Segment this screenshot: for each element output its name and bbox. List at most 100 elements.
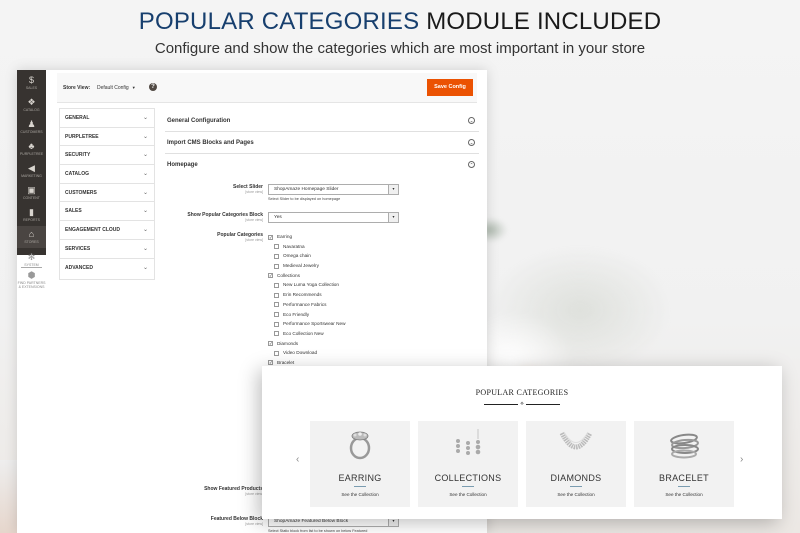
see-collection-link[interactable]: See the Collection	[634, 492, 734, 497]
see-collection-link[interactable]: See the Collection	[526, 492, 626, 497]
show-popular-dropdown[interactable]: Yes ▼	[268, 212, 399, 223]
category-card-earring[interactable]: EARRING See the Collection	[310, 421, 410, 507]
category-option-diamonds[interactable]: ✓ Diamonds	[268, 339, 418, 349]
carousel-prev-button[interactable]: ‹	[296, 454, 299, 465]
checkbox[interactable]	[274, 292, 279, 298]
box-icon: ❖	[27, 97, 36, 107]
carousel-next-button[interactable]: ›	[740, 454, 743, 465]
necklace-image	[559, 431, 593, 450]
sidebar-item-system[interactable]: ✻ System	[17, 252, 46, 267]
config-tab-engagement-cloud[interactable]: Engagement Cloud ⌄	[60, 221, 154, 240]
sidebar-item-purpletree[interactable]: ♣ Purpletree	[17, 140, 46, 158]
megaphone-icon: ◀	[28, 163, 35, 173]
config-tab-catalog[interactable]: Catalog ⌄	[60, 165, 154, 184]
category-card-diamonds[interactable]: DIAMONDS See the Collection	[526, 421, 626, 507]
help-icon[interactable]: ?	[149, 83, 157, 91]
config-tab-advanced[interactable]: Advanced ⌄	[60, 259, 154, 278]
ornament-divider: ⟡	[484, 401, 560, 407]
store-view-switcher[interactable]: Default Config ▼	[97, 85, 136, 91]
section-general-configuration[interactable]: General Configuration ⌄	[165, 110, 479, 132]
collapse-icon: ⌃	[468, 161, 475, 168]
category-option-collections[interactable]: ✓ Collections	[268, 271, 418, 281]
category-option-medieval-jewelry[interactable]: Medieval Jewelry	[274, 261, 418, 271]
category-name: EARRING	[338, 473, 382, 483]
sidebar-item-sales[interactable]: $ Sales	[17, 74, 46, 92]
category-option-earring[interactable]: ✓ Earring	[268, 232, 418, 242]
sidebar-item-customers[interactable]: ♟ Customers	[17, 118, 46, 136]
featured-below-note: Select Static block from list to be show…	[268, 529, 368, 533]
chevron-down-icon: ⌄	[142, 133, 148, 140]
category-option-video-download[interactable]: Video Download	[274, 348, 418, 358]
checkbox-checked[interactable]: ✓	[268, 234, 273, 240]
select-slider-dropdown[interactable]: ShopAmaze Homepage Slider ▼	[268, 184, 399, 195]
bracelets-image	[670, 433, 699, 459]
checkbox[interactable]	[274, 331, 279, 337]
category-underline	[678, 486, 690, 487]
checkbox[interactable]	[274, 244, 279, 250]
checkbox-checked[interactable]: ✓	[268, 273, 273, 279]
category-underline	[462, 486, 474, 487]
config-tab-security[interactable]: Security ⌄	[60, 146, 154, 166]
checkbox-checked[interactable]: ✓	[268, 341, 273, 347]
category-option-new-luma-yoga[interactable]: New Luma Yoga Collection	[274, 280, 418, 290]
category-underline	[570, 486, 582, 487]
category-card-bracelet[interactable]: BRACELET See the Collection	[634, 421, 734, 507]
checkbox[interactable]	[274, 263, 279, 269]
checkbox[interactable]	[274, 253, 279, 259]
category-option-eco-friendly[interactable]: Eco Friendly	[274, 310, 418, 320]
category-name: COLLECTIONS	[434, 473, 502, 483]
checkbox[interactable]	[274, 350, 279, 356]
category-option-omega-chain[interactable]: Omega chain	[274, 251, 418, 261]
select-slider-note: Select Slider to be displayed on homepag…	[268, 197, 341, 201]
chevron-down-icon: ⌄	[142, 171, 148, 178]
checkbox[interactable]	[274, 321, 279, 327]
dollar-icon: $	[28, 75, 34, 85]
person-icon: ♟	[27, 119, 36, 129]
checkbox-checked[interactable]: ✓	[268, 360, 273, 366]
category-option-performance-sportswear[interactable]: Performance Sportswear New	[274, 319, 418, 329]
store-view-label: Store View:	[63, 85, 91, 91]
chevron-down-icon: ⌄	[142, 264, 148, 271]
category-option-eco-collection[interactable]: Eco Collection New	[274, 329, 418, 339]
config-tab-purpletree[interactable]: Purpletree ⌄	[60, 128, 154, 147]
checkbox[interactable]	[274, 312, 279, 317]
config-tab-general[interactable]: General ⌄	[60, 109, 154, 128]
category-option-erin-recommends[interactable]: Erin Recommends	[274, 290, 418, 300]
category-option-navaratna[interactable]: Navaratna	[274, 242, 418, 252]
checkbox[interactable]	[274, 282, 279, 288]
sidebar-item-marketing[interactable]: ◀ Marketing	[17, 162, 46, 180]
sidebar-item-stores[interactable]: ⌂ Stores	[17, 226, 46, 248]
expand-icon: ⌄	[468, 139, 475, 146]
see-collection-link[interactable]: See the Collection	[310, 492, 410, 497]
show-popular-label: Show Popular Categories Block [store view…	[187, 212, 263, 222]
sidebar-item-find-partners[interactable]: ⬢ Find Partners & Extensions	[17, 270, 46, 290]
config-tabs: General ⌄ Purpletree ⌄ Security ⌄ Catalog ⌄ …	[59, 108, 155, 280]
category-option-performance-fabrics[interactable]: Performance Fabrics	[274, 300, 418, 310]
config-tab-services[interactable]: Services ⌄	[60, 240, 154, 259]
popular-categories-label: Popular Categories [store view]	[217, 232, 263, 242]
caret-down-icon: ▼	[131, 85, 136, 90]
config-tab-customers[interactable]: Customers ⌄	[60, 184, 154, 203]
checkbox[interactable]	[274, 302, 279, 308]
layout-icon: ▣	[27, 185, 36, 195]
see-collection-link[interactable]: See the Collection	[418, 492, 518, 497]
chevron-down-icon: ⌄	[142, 245, 148, 252]
section-homepage[interactable]: Homepage ⌃	[165, 154, 479, 176]
save-config-button[interactable]: Save Config	[427, 79, 473, 96]
chevron-down-icon: ⌄	[142, 152, 148, 159]
tree-icon: ♣	[28, 141, 35, 151]
config-tab-sales[interactable]: Sales ⌄	[60, 202, 154, 222]
sidebar-item-reports[interactable]: ▮ Reports	[17, 206, 46, 224]
section-import-cms[interactable]: Import CMS Blocks and Pages ⌄	[165, 132, 479, 154]
page-subtitle: Configure and show the categories which …	[154, 40, 646, 57]
popular-categories-preview: POPULAR CATEGORIES ⟡ ‹ › EARRING See the…	[262, 366, 782, 519]
category-card-collections[interactable]: COLLECTIONS See the Collection	[418, 421, 518, 507]
sidebar-item-catalog[interactable]: ❖ Catalog	[17, 96, 46, 114]
select-slider-label: Select Slider [store view]	[232, 184, 263, 194]
store-icon: ⌂	[28, 229, 35, 239]
gear-icon: ✻	[27, 252, 36, 262]
bar-chart-icon: ▮	[29, 207, 34, 217]
sidebar-item-content[interactable]: ▣ Content	[17, 184, 46, 202]
headline-accent: POPULAR CATEGORIES	[138, 8, 420, 35]
admin-topbar: Store View: Default Config ▼ ? Save Confi…	[57, 73, 477, 103]
